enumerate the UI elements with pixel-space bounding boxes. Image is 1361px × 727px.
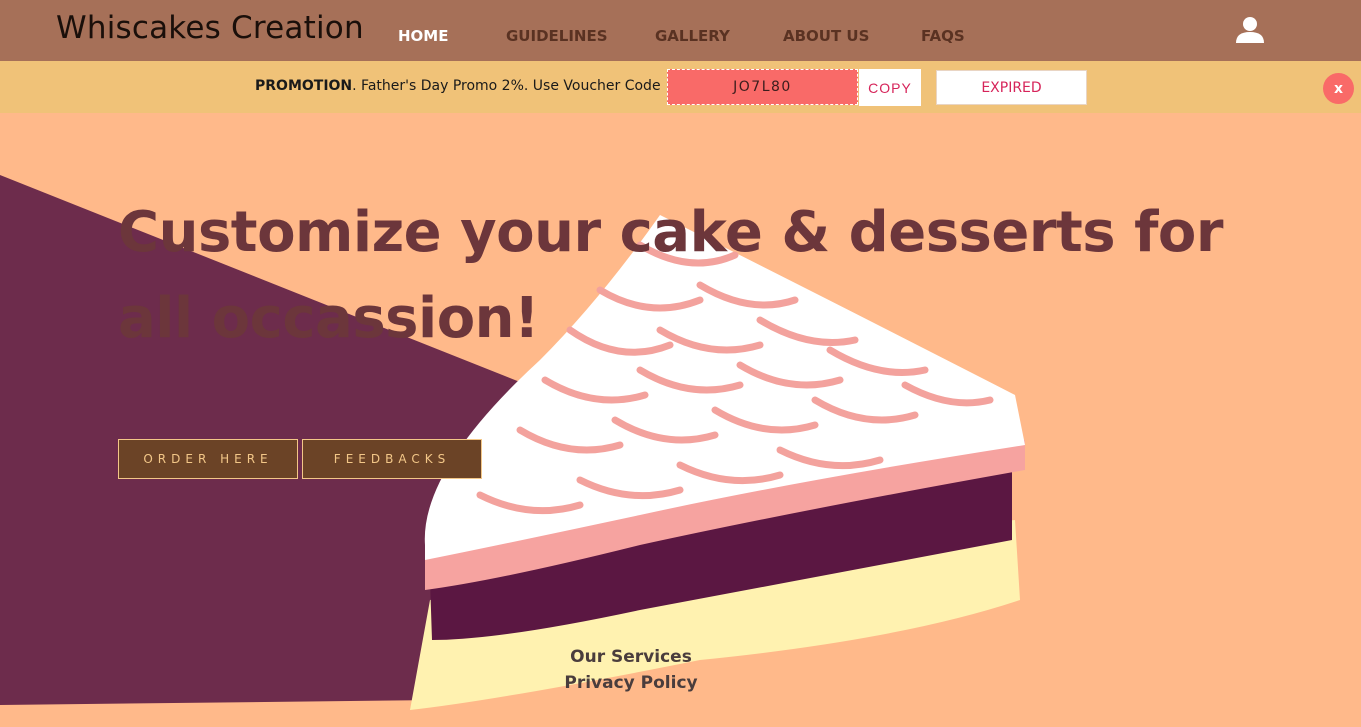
our-services-link[interactable]: Our Services xyxy=(531,647,731,667)
nav-home[interactable]: HOME xyxy=(398,27,448,45)
nav-gallery[interactable]: GALLERY xyxy=(655,27,730,45)
nav-about-us[interactable]: ABOUT US xyxy=(783,27,869,45)
expired-status: EXPIRED xyxy=(936,70,1087,105)
nav-guidelines[interactable]: GUIDELINES xyxy=(506,27,608,45)
privacy-policy-link[interactable]: Privacy Policy xyxy=(531,673,731,693)
nav-faqs[interactable]: FAQS xyxy=(921,27,965,45)
promo-text: PROMOTION. Father's Day Promo 2%. Use Vo… xyxy=(255,78,661,94)
promo-label: PROMOTION xyxy=(255,78,353,94)
copy-button[interactable]: COPY xyxy=(859,69,921,106)
user-icon[interactable] xyxy=(1234,16,1266,44)
close-promo-button[interactable]: x xyxy=(1323,73,1354,104)
brand-title[interactable]: Whiscakes Creation xyxy=(56,10,364,46)
promo-bar: PROMOTION. Father's Day Promo 2%. Use Vo… xyxy=(0,61,1361,113)
promo-message: . Father's Day Promo 2%. Use Voucher Cod… xyxy=(352,78,661,94)
navbar: Whiscakes Creation HOME GUIDELINES GALLE… xyxy=(0,0,1361,62)
voucher-code[interactable]: JO7L80 xyxy=(667,69,858,105)
hero-headline: Customize your cake & desserts for all o… xyxy=(118,200,1224,351)
order-here-button[interactable]: ORDER HERE xyxy=(118,439,298,479)
feedbacks-button[interactable]: FEEDBACKS xyxy=(302,439,482,479)
